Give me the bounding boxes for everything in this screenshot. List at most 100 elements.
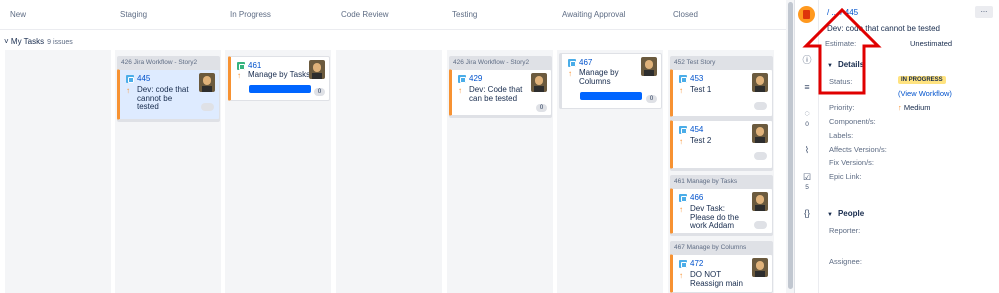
fix-versions-label: Fix Version/s: [829, 158, 875, 167]
affects-versions-label: Affects Version/s: [829, 145, 887, 154]
card-429[interactable]: 429 ↑ Dev: Code that can be tested 0 [449, 69, 552, 116]
reporter-label: Reporter: [829, 226, 861, 235]
priority-medium-icon: ↑ [458, 86, 462, 95]
subtasks-icon[interactable]: ☑ [802, 172, 812, 182]
card-445[interactable]: 445 ↑ Dev: code that cannot be tested [117, 69, 220, 120]
card-summary: Manage by Columns [579, 68, 619, 86]
status-label: Status: [829, 77, 853, 86]
column-header-code-review: Code Review [341, 10, 389, 19]
card-key[interactable]: 445 [137, 74, 150, 83]
card-466[interactable]: 466 ↑ Dev Task: Please do the work Addam [670, 188, 773, 234]
column-header-testing: Testing [452, 10, 478, 19]
people-section-header[interactable]: ▼ People [827, 209, 864, 218]
priority-medium-icon: ↑ [237, 71, 241, 80]
card-summary: Manage by Tasks [248, 70, 311, 79]
toggle-icon[interactable] [201, 103, 214, 111]
info-icon[interactable]: ⓘ [802, 55, 812, 65]
breadcrumb[interactable]: / ... / 445 [827, 8, 858, 17]
card-key[interactable]: 467 [579, 58, 592, 67]
column-header-awaiting-approval: Awaiting Approval [562, 10, 626, 19]
avatar [531, 73, 547, 92]
issue-title[interactable]: Dev: code that cannot be tested [827, 24, 940, 33]
card-461[interactable]: 461 ↑ Manage by Tasks 0 [228, 56, 330, 101]
issue-detail-panel: ⓘ ≡ ◌ 0 ⌇ ☑ 5 {} / ... / 445 Dev: code t… [794, 0, 999, 293]
code-braces-icon[interactable]: {} [802, 208, 812, 218]
avatar [752, 73, 768, 92]
view-workflow-link[interactable]: (View Workflow) [898, 89, 952, 98]
priority-field[interactable]: ↑ Medium [898, 103, 931, 112]
swimlane-label: My Tasks [10, 37, 45, 46]
column-header-closed: Closed [673, 10, 698, 19]
card-summary: Dev: code that cannot be tested [137, 85, 189, 111]
column-header-new: New [10, 10, 27, 19]
card-key[interactable]: 472 [690, 259, 703, 268]
priority-medium-icon: ↑ [568, 69, 572, 78]
labels-label: Labels: [829, 131, 854, 140]
column-header-in-progress: In Progress [230, 10, 271, 19]
kanban-board: New Staging In Progress Code Review Test… [0, 0, 786, 293]
more-actions-button[interactable]: ... [975, 6, 993, 18]
swimlane-count: 9 issues [47, 39, 73, 46]
scrollbar-thumb[interactable] [788, 2, 793, 289]
toggle-icon[interactable] [754, 152, 767, 160]
card-key[interactable]: 453 [690, 74, 703, 83]
components-label: Component/s: [829, 117, 876, 126]
subtask-count-badge: 0 [314, 88, 325, 96]
priority-medium-icon: ↑ [126, 86, 130, 95]
card-summary: Dev Task: Please do the work Addam [690, 204, 739, 230]
parent-title: 452 Test Story [674, 59, 716, 66]
card-453[interactable]: 453 ↑ Test 1 [670, 69, 773, 117]
avatar [752, 124, 768, 143]
card-467[interactable]: 467 ↑ Manage by Columns 0 [559, 53, 662, 109]
column-new[interactable] [5, 50, 111, 293]
swimlane-header[interactable]: ˅ My Tasks 9 issues [4, 37, 73, 46]
chevron-down-icon: ▼ [827, 212, 833, 218]
attachment-icon[interactable]: ⌇ [802, 145, 812, 155]
toggle-icon[interactable] [754, 221, 767, 229]
subtask-icon [679, 194, 687, 202]
subtask-icon [458, 75, 466, 83]
card-key[interactable]: 461 [248, 61, 261, 70]
column-header-staging: Staging [120, 10, 148, 19]
progress-bar [580, 92, 642, 100]
priority-medium-icon: ↑ [679, 271, 683, 280]
toggle-icon[interactable] [754, 102, 767, 110]
column-code-review[interactable] [336, 50, 442, 293]
progress-bar [249, 85, 311, 93]
details-section-header[interactable]: ▼ Details [827, 60, 864, 69]
priority-medium-icon: ↑ [679, 86, 683, 95]
avatar [752, 192, 768, 211]
detail-icon-rail: ⓘ ≡ ◌ 0 ⌇ ☑ 5 {} [795, 0, 819, 293]
estimate-label: Estimate: [825, 39, 857, 48]
status-badge[interactable]: IN PROGRESS [898, 76, 946, 84]
parent-title: 426 Jira Workflow - Story2 [121, 59, 198, 66]
card-key[interactable]: 454 [690, 125, 703, 134]
subtask-icon [679, 260, 687, 268]
description-icon[interactable]: ≡ [802, 82, 812, 92]
project-avatar-icon[interactable] [798, 6, 815, 23]
card-summary: Test 2 [690, 136, 712, 145]
checkbox-icon [568, 59, 576, 67]
priority-medium-icon: ↑ [898, 103, 902, 112]
card-key[interactable]: 466 [690, 193, 703, 202]
avatar [752, 258, 768, 277]
comments-count: 0 [805, 121, 809, 128]
priority-medium-icon: ↑ [679, 205, 683, 214]
parent-title: 467 Manage by Columns [674, 244, 747, 251]
card-472[interactable]: 472 ↑ DO NOT Reassign main [670, 254, 773, 293]
card-key[interactable]: 429 [469, 74, 482, 83]
avatar [641, 57, 657, 76]
story-icon [237, 62, 245, 70]
estimate-value[interactable]: Unestimated [910, 39, 952, 48]
comment-icon[interactable]: ◌ [802, 108, 812, 118]
card-summary: Dev: Code that can be tested [469, 85, 523, 103]
assignee-label: Assignee: [829, 257, 862, 266]
card-454[interactable]: 454 ↑ Test 2 [670, 120, 773, 169]
subtask-icon [679, 75, 687, 83]
avatar [309, 60, 325, 79]
priority-medium-icon: ↑ [679, 137, 683, 146]
card-summary: DO NOT Reassign main [690, 270, 743, 288]
subtask-icon [126, 75, 134, 83]
priority-label: Priority: [829, 103, 855, 112]
card-summary: Test 1 [690, 85, 712, 94]
